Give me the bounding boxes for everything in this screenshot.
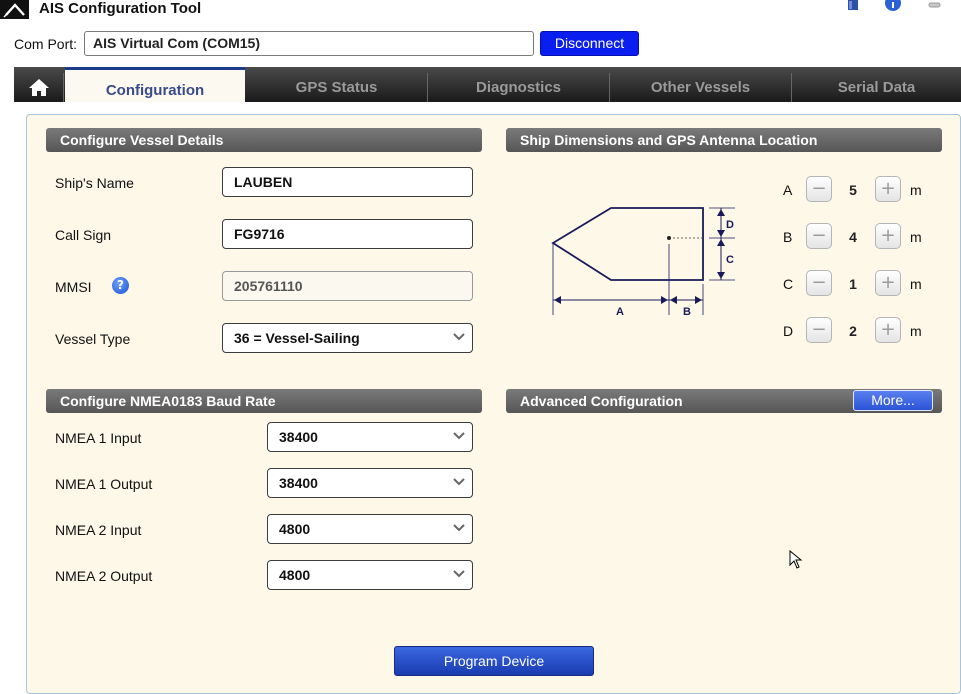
vessel-details-header: Configure Vessel Details bbox=[46, 128, 482, 152]
dim-a-increment-button[interactable]: + bbox=[875, 176, 901, 202]
info-icon[interactable] bbox=[885, 0, 901, 11]
mouse-cursor-icon bbox=[789, 550, 803, 569]
vessel-type-value: 36 = Vessel-Sailing bbox=[234, 330, 360, 346]
more-button[interactable]: More... bbox=[853, 390, 933, 411]
tab-diagnostics[interactable]: Diagnostics bbox=[428, 73, 610, 102]
dim-d-label: D bbox=[783, 323, 794, 339]
dim-c-unit: m bbox=[910, 276, 922, 292]
dim-b-unit: m bbox=[910, 229, 922, 245]
window-title: AIS Configuration Tool bbox=[39, 0, 202, 17]
nmea1-input-label: NMEA 1 Input bbox=[55, 430, 142, 446]
vessel-type-select[interactable]: 36 = Vessel-Sailing bbox=[222, 323, 473, 353]
program-device-button[interactable]: Program Device bbox=[394, 646, 594, 676]
dim-c-increment-button[interactable]: + bbox=[875, 270, 901, 296]
chevron-down-icon bbox=[453, 478, 465, 486]
disconnect-button[interactable]: Disconnect bbox=[540, 31, 639, 56]
dim-d-increment-button[interactable]: + bbox=[875, 317, 901, 343]
mmsi-input[interactable]: 205761110 bbox=[222, 271, 473, 301]
nmea2-output-label: NMEA 2 Output bbox=[55, 568, 153, 584]
call-sign-input[interactable]: FG9716 bbox=[222, 219, 473, 249]
chevron-down-icon bbox=[453, 570, 465, 578]
nmea2-output-value: 4800 bbox=[279, 567, 311, 583]
dim-b-label: B bbox=[783, 229, 793, 245]
call-sign-label: Call Sign bbox=[55, 227, 112, 243]
diagram-label-a: A bbox=[616, 306, 624, 318]
dim-b-increment-button[interactable]: + bbox=[875, 223, 901, 249]
dim-a-unit: m bbox=[910, 182, 922, 198]
dim-c-value[interactable]: 1 bbox=[838, 276, 868, 292]
dim-a-value[interactable]: 5 bbox=[838, 182, 868, 198]
minimize-icon[interactable] bbox=[928, 0, 944, 11]
chevron-down-icon bbox=[453, 524, 465, 532]
dim-d-decrement-button[interactable]: − bbox=[806, 317, 832, 343]
nmea2-input-label: NMEA 2 Input bbox=[55, 522, 142, 538]
tab-serial-data[interactable]: Serial Data bbox=[792, 73, 961, 102]
ship-dimensions-diagram: D C A B bbox=[551, 207, 735, 318]
nmea2-output-select[interactable]: 4800 bbox=[267, 560, 473, 590]
nmea1-output-select[interactable]: 38400 bbox=[267, 468, 473, 498]
tab-configuration[interactable]: Configuration bbox=[65, 67, 245, 102]
dim-a-decrement-button[interactable]: − bbox=[806, 176, 832, 202]
mmsi-help-icon[interactable]: ? bbox=[112, 277, 129, 294]
dim-c-decrement-button[interactable]: − bbox=[806, 270, 832, 296]
app-logo-icon bbox=[0, 0, 29, 19]
tab-home[interactable] bbox=[14, 73, 64, 102]
tab-other-vessels[interactable]: Other Vessels bbox=[610, 73, 792, 102]
baud-rate-header: Configure NMEA0183 Baud Rate bbox=[46, 389, 482, 413]
mmsi-label: MMSI bbox=[55, 279, 92, 295]
chevron-down-icon bbox=[453, 432, 465, 440]
chevron-down-icon bbox=[453, 333, 465, 341]
ship-dimensions-header: Ship Dimensions and GPS Antenna Location bbox=[506, 128, 942, 152]
ship-name-label: Ship's Name bbox=[55, 175, 134, 191]
nmea2-input-value: 4800 bbox=[279, 521, 311, 537]
dim-a-label: A bbox=[783, 182, 793, 198]
nmea1-output-label: NMEA 1 Output bbox=[55, 476, 153, 492]
diagram-label-d: D bbox=[726, 219, 734, 231]
title-bar: AIS Configuration Tool bbox=[0, 0, 961, 20]
nmea2-input-select[interactable]: 4800 bbox=[267, 514, 473, 544]
dim-b-value[interactable]: 4 bbox=[838, 229, 868, 245]
diagram-label-b: B bbox=[683, 306, 691, 318]
vessel-type-label: Vessel Type bbox=[55, 331, 131, 347]
nmea1-input-value: 38400 bbox=[279, 429, 318, 445]
com-port-field[interactable]: AIS Virtual Com (COM15) bbox=[84, 31, 534, 56]
help-book-icon[interactable] bbox=[846, 0, 862, 11]
tab-bar: Configuration GPS Status Diagnostics Oth… bbox=[14, 67, 961, 102]
dim-d-unit: m bbox=[910, 323, 922, 339]
nmea1-input-select[interactable]: 38400 bbox=[267, 422, 473, 452]
com-port-label: Com Port: bbox=[14, 36, 78, 52]
ship-name-input[interactable]: LAUBEN bbox=[222, 167, 473, 197]
diagram-label-c: C bbox=[726, 254, 734, 266]
dim-b-decrement-button[interactable]: − bbox=[806, 223, 832, 249]
dim-d-value[interactable]: 2 bbox=[838, 323, 868, 339]
home-icon bbox=[29, 79, 49, 96]
nmea1-output-value: 38400 bbox=[279, 475, 318, 491]
tab-gps-status[interactable]: GPS Status bbox=[246, 73, 428, 102]
dim-c-label: C bbox=[783, 276, 794, 292]
